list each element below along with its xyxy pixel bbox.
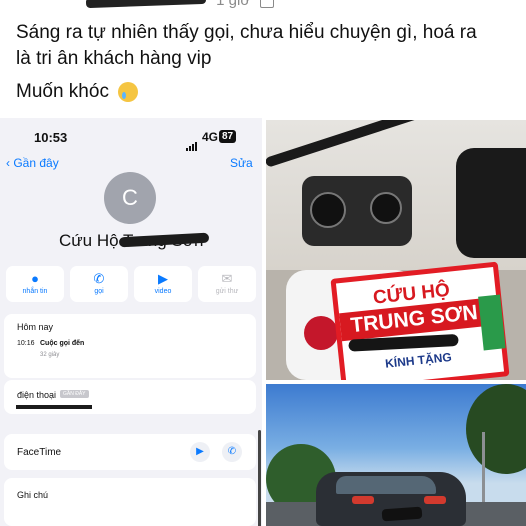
status-time: 10:53 [34, 130, 68, 145]
tree-right [466, 384, 526, 474]
car-photo[interactable] [266, 384, 526, 526]
notes-card[interactable]: Ghi chú [4, 478, 256, 526]
call-type: Cuộc gọi đến [40, 340, 85, 347]
speedometer-icon [310, 192, 346, 228]
phone-icon: ✆ [93, 271, 105, 286]
other-scooter [456, 148, 526, 258]
message-label: nhắn tin [22, 288, 48, 295]
network-type: 4G [202, 130, 219, 144]
back-button[interactable]: ‹ Gần đây [6, 156, 59, 170]
post-time: 1 giờ [216, 0, 251, 9]
street-lamp [482, 432, 485, 512]
friends-audience-icon [260, 0, 275, 9]
call-button[interactable]: ✆ gọi [70, 266, 128, 302]
contact-name: Cứu Hộ Trung Sơn [59, 231, 210, 251]
video-icon: ▶ [158, 271, 168, 286]
mail-button[interactable]: ✉ gửi thư [198, 266, 256, 302]
recent-calls-card: Hôm nay 10:16 Cuộc gọi đến 32 giây [4, 314, 256, 378]
post-header: 1 giờ [80, 0, 275, 9]
gift-sign: CỨU HỘ TRUNG SƠN KÍNH TẶNG [330, 261, 510, 380]
mail-icon: ✉ [221, 271, 233, 286]
tail-light-left [352, 496, 374, 504]
red-helmet [304, 316, 338, 350]
call-time: 10:16 [17, 340, 35, 347]
mail-label: gửi thư [215, 288, 239, 295]
crying-face-icon [118, 81, 139, 102]
fuel-gauge-icon [370, 192, 402, 224]
notes-label: Ghi chú [17, 490, 49, 500]
phone-screenshot-photo[interactable]: 10:53 4G 87 ‹ Gần đây Sửa C Cứu Hộ Trung… [0, 118, 262, 526]
battery-icon: 87 [219, 130, 237, 143]
facetime-label: FaceTime [17, 447, 62, 458]
scrollbar[interactable] [258, 430, 261, 526]
tail-light-right [424, 496, 446, 504]
status-bar: 10:53 4G 87 [0, 118, 262, 154]
recent-badge: GẦN ĐÂY [60, 390, 89, 398]
facetime-video-icon[interactable]: ▶ [190, 442, 210, 462]
author-name-redacted [85, 0, 207, 9]
contact-name-visible: Cứu Hộ [59, 231, 123, 250]
caption-line-3-text: Muốn khóc [16, 81, 109, 102]
phone-number-redacted [16, 405, 92, 409]
video-button[interactable]: ▶ video [134, 266, 192, 302]
caption-line-2: là tri ân khách hàng vip [16, 48, 212, 69]
avatar: C [104, 172, 156, 224]
call-label: gọi [94, 288, 104, 295]
back-label: Gần đây [13, 156, 59, 170]
sign-green-stripe [478, 294, 506, 351]
recent-title: Hôm nay [17, 322, 54, 332]
facetime-row: FaceTime ▶ ✆ [4, 434, 256, 470]
edit-button[interactable]: Sửa [230, 156, 253, 170]
phone-number-card[interactable]: điện thoại GẦN ĐÂY [4, 380, 256, 414]
facetime-audio-icon[interactable]: ✆ [222, 442, 242, 462]
car-rear-window [336, 476, 436, 494]
caption-line-3: Muốn khóc [16, 79, 521, 105]
phone-label: điện thoại [17, 390, 57, 400]
contact-actions: ● nhắn tin ✆ gọi ▶ video ✉ gửi thư [6, 266, 256, 302]
message-icon: ● [31, 271, 39, 286]
call-duration: 32 giây [40, 352, 60, 358]
caption-line-1: Sáng ra tự nhiên thấy gọi, chưa hiểu chu… [16, 22, 477, 43]
message-button[interactable]: ● nhắn tin [6, 266, 64, 302]
scooter-photo[interactable]: CỨU HỘ TRUNG SƠN KÍNH TẶNG [266, 120, 526, 380]
signal-icon [186, 133, 198, 151]
post-caption: Sáng ra tự nhiên thấy gọi, chưa hiểu chu… [16, 20, 521, 105]
video-label: video [154, 288, 172, 295]
